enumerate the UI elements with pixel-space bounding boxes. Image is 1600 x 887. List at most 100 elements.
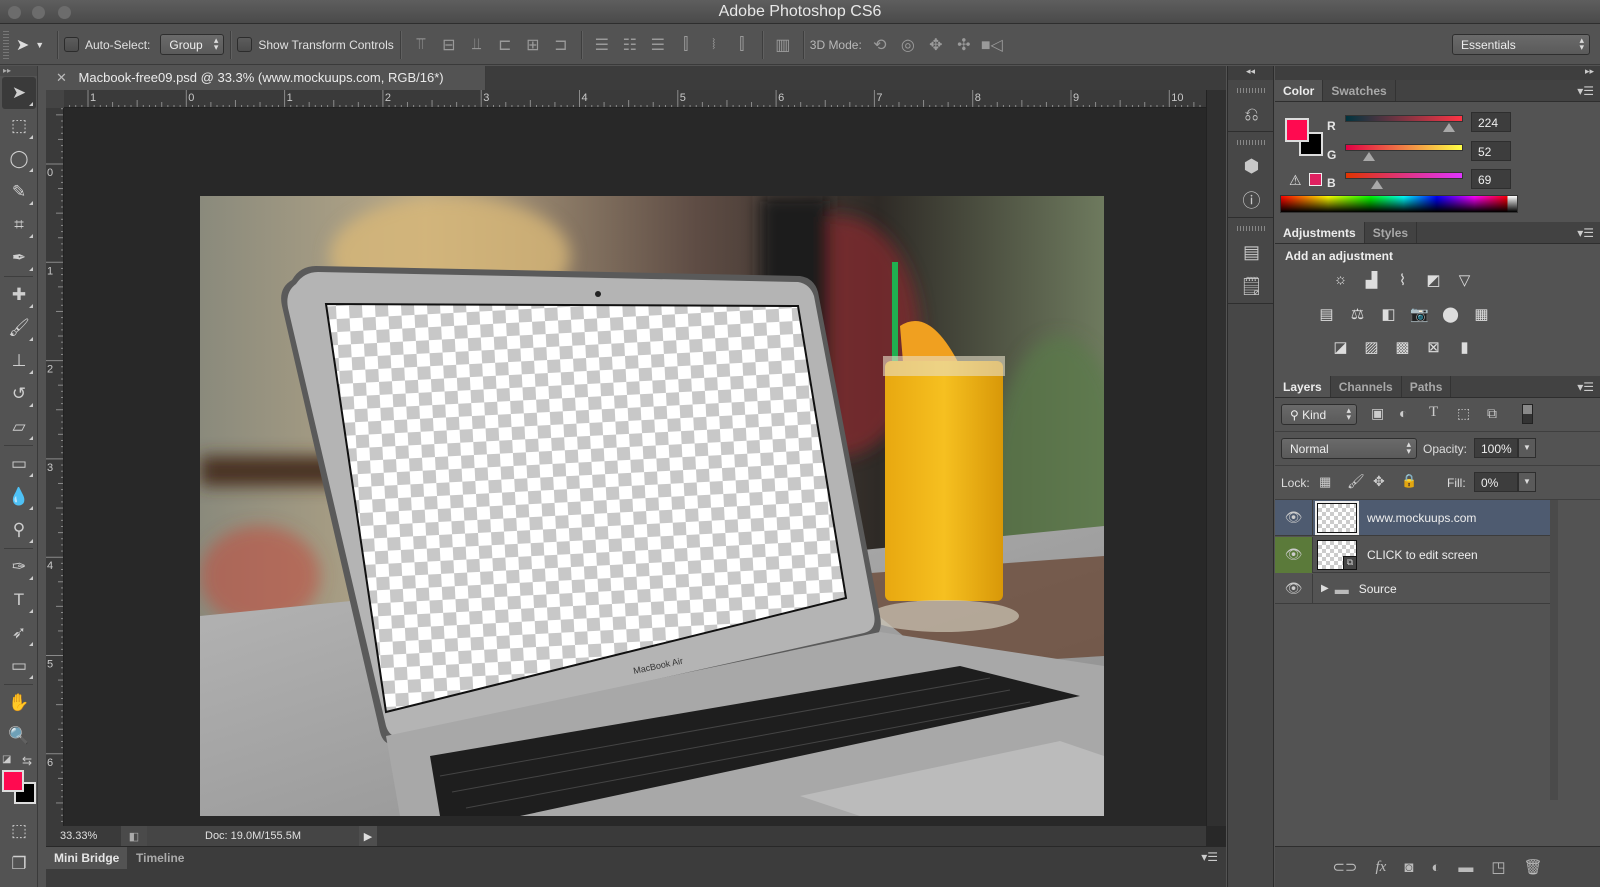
align-top-edges-icon[interactable]: ⫪ (407, 31, 435, 59)
zoom-tool[interactable]: 🔍 (2, 720, 36, 752)
type-tool[interactable]: T (2, 584, 36, 616)
history-brush-tool[interactable]: ↺ (2, 378, 36, 410)
blur-tool[interactable]: 💧 (2, 481, 36, 513)
opacity-dropdown-arrow[interactable]: ▼ (1518, 438, 1536, 458)
g-value-field[interactable]: 52 (1471, 141, 1511, 161)
eyedropper-tool[interactable]: ✒ (2, 242, 36, 274)
document-tab[interactable]: ✕ Macbook-free09.psd @ 33.3% (www.mockuu… (46, 66, 486, 90)
distribute-top-icon[interactable]: ☰ (588, 31, 616, 59)
move-tool[interactable]: ➤ (2, 77, 36, 109)
filter-adjustment-icon[interactable]: ◐ (1399, 405, 1407, 421)
properties-panel-icon[interactable]: ▤ (1228, 235, 1275, 269)
quick-selection-tool[interactable]: ✎ (2, 176, 36, 208)
align-vertical-centers-icon[interactable]: ⊟ (435, 31, 463, 59)
layers-scrollbar[interactable] (1550, 500, 1558, 800)
rectangle-tool[interactable]: ▭ (2, 650, 36, 682)
document-image[interactable]: MacBook Air (200, 196, 1104, 816)
scale-3d-icon[interactable]: ■◁ (978, 31, 1006, 59)
photo-filter-icon[interactable]: 📷 (1410, 304, 1429, 323)
layer-row[interactable]: 👁 ⧉ CLICK to edit screen (1275, 536, 1550, 573)
gamut-color-swatch[interactable] (1309, 173, 1322, 186)
filter-pixel-icon[interactable]: ▣ (1371, 405, 1384, 422)
hand-tool[interactable]: ✋ (2, 687, 36, 719)
vertical-ruler[interactable]: 0 1 2 3 4 5 6 (46, 108, 64, 826)
gradient-map-icon[interactable]: ▮ (1455, 337, 1474, 356)
tab-mini-bridge[interactable]: Mini Bridge (46, 847, 128, 869)
lock-transparent-icon[interactable]: ▦ (1319, 474, 1331, 490)
lock-all-icon[interactable]: 🔒 (1401, 473, 1417, 489)
canvas[interactable]: MacBook Air (64, 108, 1206, 826)
align-horizontal-centers-icon[interactable]: ⊞ (519, 31, 547, 59)
drag-3d-icon[interactable]: ✥ (922, 31, 950, 59)
new-layer-icon[interactable]: ◳ (1491, 858, 1505, 876)
foreground-color-swatch[interactable] (2, 770, 24, 792)
invert-icon[interactable]: ◪ (1331, 337, 1350, 356)
move-tool-preset-icon[interactable]: ➤ ▼ (9, 31, 51, 59)
slide-3d-icon[interactable]: ✣ (950, 31, 978, 59)
link-layers-icon[interactable]: ⊂⊃ (1332, 858, 1357, 876)
info-panel-icon[interactable]: ⓘ (1228, 183, 1275, 217)
align-bottom-edges-icon[interactable]: ⫫ (463, 31, 491, 59)
workspace-dropdown[interactable]: Essentials ▴ ▾ (1452, 34, 1590, 55)
marquee-tool[interactable]: ⬚ (2, 110, 36, 142)
fx-icon[interactable]: fx (1375, 859, 1386, 876)
filter-smart-object-icon[interactable]: ⧉ (1487, 405, 1497, 422)
b-slider[interactable] (1345, 172, 1463, 179)
tab-timeline[interactable]: Timeline (128, 847, 192, 869)
lasso-tool[interactable]: ◯ (2, 143, 36, 175)
clone-stamp-tool[interactable]: ⊥ (2, 345, 36, 377)
r-slider[interactable] (1345, 115, 1463, 122)
g-slider[interactable] (1345, 144, 1463, 151)
panels-expand-icon[interactable]: ▸▸ (1585, 66, 1594, 77)
tab-color[interactable]: Color (1275, 80, 1324, 101)
delete-layer-icon[interactable]: 🗑 (1524, 858, 1543, 876)
pen-tool[interactable]: ✑ (2, 551, 36, 583)
blend-mode-dropdown[interactable]: Normal ▴ ▾ (1281, 438, 1417, 459)
color-balance-icon[interactable]: ⚖ (1348, 304, 1367, 323)
dodge-tool[interactable]: ⚲ (2, 514, 36, 546)
distribute-bottom-icon[interactable]: ☰ (644, 31, 672, 59)
zoom-level-field[interactable]: 33.33% (46, 830, 121, 842)
tab-paths[interactable]: Paths (1402, 376, 1452, 397)
layer-visibility-eye-icon[interactable]: 👁 (1275, 536, 1313, 573)
posterize-icon[interactable]: ▨ (1362, 337, 1381, 356)
close-document-icon[interactable]: ✕ (56, 70, 67, 85)
status-menu-arrow[interactable]: ▶ (359, 826, 377, 846)
layer-visibility-eye-icon[interactable]: 👁 (1275, 499, 1313, 536)
ruler-origin[interactable] (46, 90, 64, 108)
layer-group-row[interactable]: 👁 ▶ ▬ Source (1275, 573, 1550, 604)
channel-mixer-icon[interactable]: ⬤ (1441, 304, 1460, 323)
threshold-icon[interactable]: ▩ (1393, 337, 1412, 356)
opacity-field[interactable]: 100% (1474, 438, 1518, 458)
align-left-edges-icon[interactable]: ⊏ (491, 31, 519, 59)
vertical-scrollbar[interactable] (1206, 90, 1226, 826)
new-adjustment-layer-icon[interactable]: ◐ (1431, 859, 1440, 876)
expand-group-arrow-icon[interactable]: ▶ (1321, 583, 1329, 594)
color-spectrum-bar[interactable] (1280, 195, 1518, 213)
adjustments-panel-menu-icon[interactable]: ▾☰ (1577, 226, 1594, 240)
distribute-right-icon[interactable]: ⫿ (728, 31, 756, 59)
tab-channels[interactable]: Channels (1331, 376, 1402, 397)
dock-collapse-icon[interactable]: ◂◂ (1228, 66, 1273, 80)
layer-row[interactable]: 👁 www.mockuups.com (1275, 499, 1550, 536)
new-group-icon[interactable]: ▬ (1458, 859, 1473, 876)
levels-icon[interactable]: ▟ (1362, 270, 1381, 289)
b-slider-thumb[interactable] (1370, 180, 1383, 189)
bottom-panel-menu-icon[interactable]: ▾☰ (1201, 850, 1218, 864)
distribute-vertical-centers-icon[interactable]: ☷ (616, 31, 644, 59)
show-transform-checkbox[interactable] (237, 37, 253, 52)
path-selection-tool[interactable]: ➶ (2, 617, 36, 649)
b-value-field[interactable]: 69 (1471, 169, 1511, 189)
brightness-contrast-icon[interactable]: ☼ (1331, 270, 1350, 289)
tab-layers[interactable]: Layers (1275, 376, 1331, 397)
filter-type-icon[interactable]: T (1429, 404, 1438, 421)
distribute-horizontal-centers-icon[interactable]: ⧘ (700, 31, 728, 59)
align-right-edges-icon[interactable]: ⊐ (547, 31, 575, 59)
brush-tool[interactable]: 🖌 (2, 312, 36, 344)
quick-mask-button[interactable]: ⬚ (2, 815, 36, 847)
auto-align-layers-icon[interactable]: ▥ (769, 31, 797, 59)
exposure-icon[interactable]: ◩ (1424, 270, 1443, 289)
horizontal-ruler[interactable]: 1 0 1 2 3 4 5 6 7 8 9 10 (64, 90, 1206, 108)
swap-colors-icon[interactable]: ⇆ (22, 754, 32, 768)
vibrance-icon[interactable]: ▽ (1455, 270, 1474, 289)
